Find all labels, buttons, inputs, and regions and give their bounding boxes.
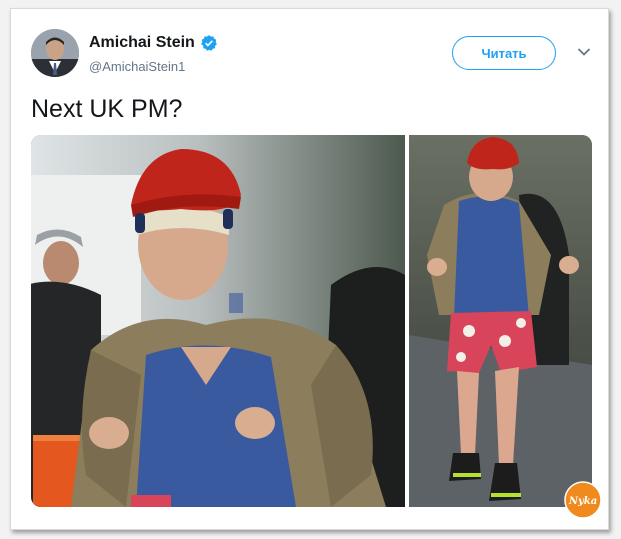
verified-badge-icon bbox=[200, 35, 217, 51]
watermark-logo: Nyka bbox=[564, 481, 602, 519]
chevron-down-icon[interactable] bbox=[577, 47, 591, 57]
tweet-card: Amichai Stein @AmichaiStein1 Читать Next… bbox=[10, 8, 609, 530]
author-name-text: Amichai Stein bbox=[89, 34, 195, 51]
author-name[interactable]: Amichai Stein bbox=[89, 34, 218, 52]
author-avatar[interactable] bbox=[31, 29, 79, 77]
author-handle[interactable]: @AmichaiStein1 bbox=[89, 59, 185, 74]
tweet-photo-right[interactable] bbox=[409, 135, 592, 507]
photo-right-image bbox=[409, 135, 592, 507]
follow-button[interactable]: Читать bbox=[452, 36, 556, 70]
tweet-photo-left[interactable] bbox=[31, 135, 405, 507]
avatar-image bbox=[31, 29, 79, 77]
tweet-text: Next UK PM? bbox=[31, 95, 183, 123]
photo-left-image bbox=[31, 135, 405, 507]
svg-text:Nyka: Nyka bbox=[568, 496, 597, 507]
